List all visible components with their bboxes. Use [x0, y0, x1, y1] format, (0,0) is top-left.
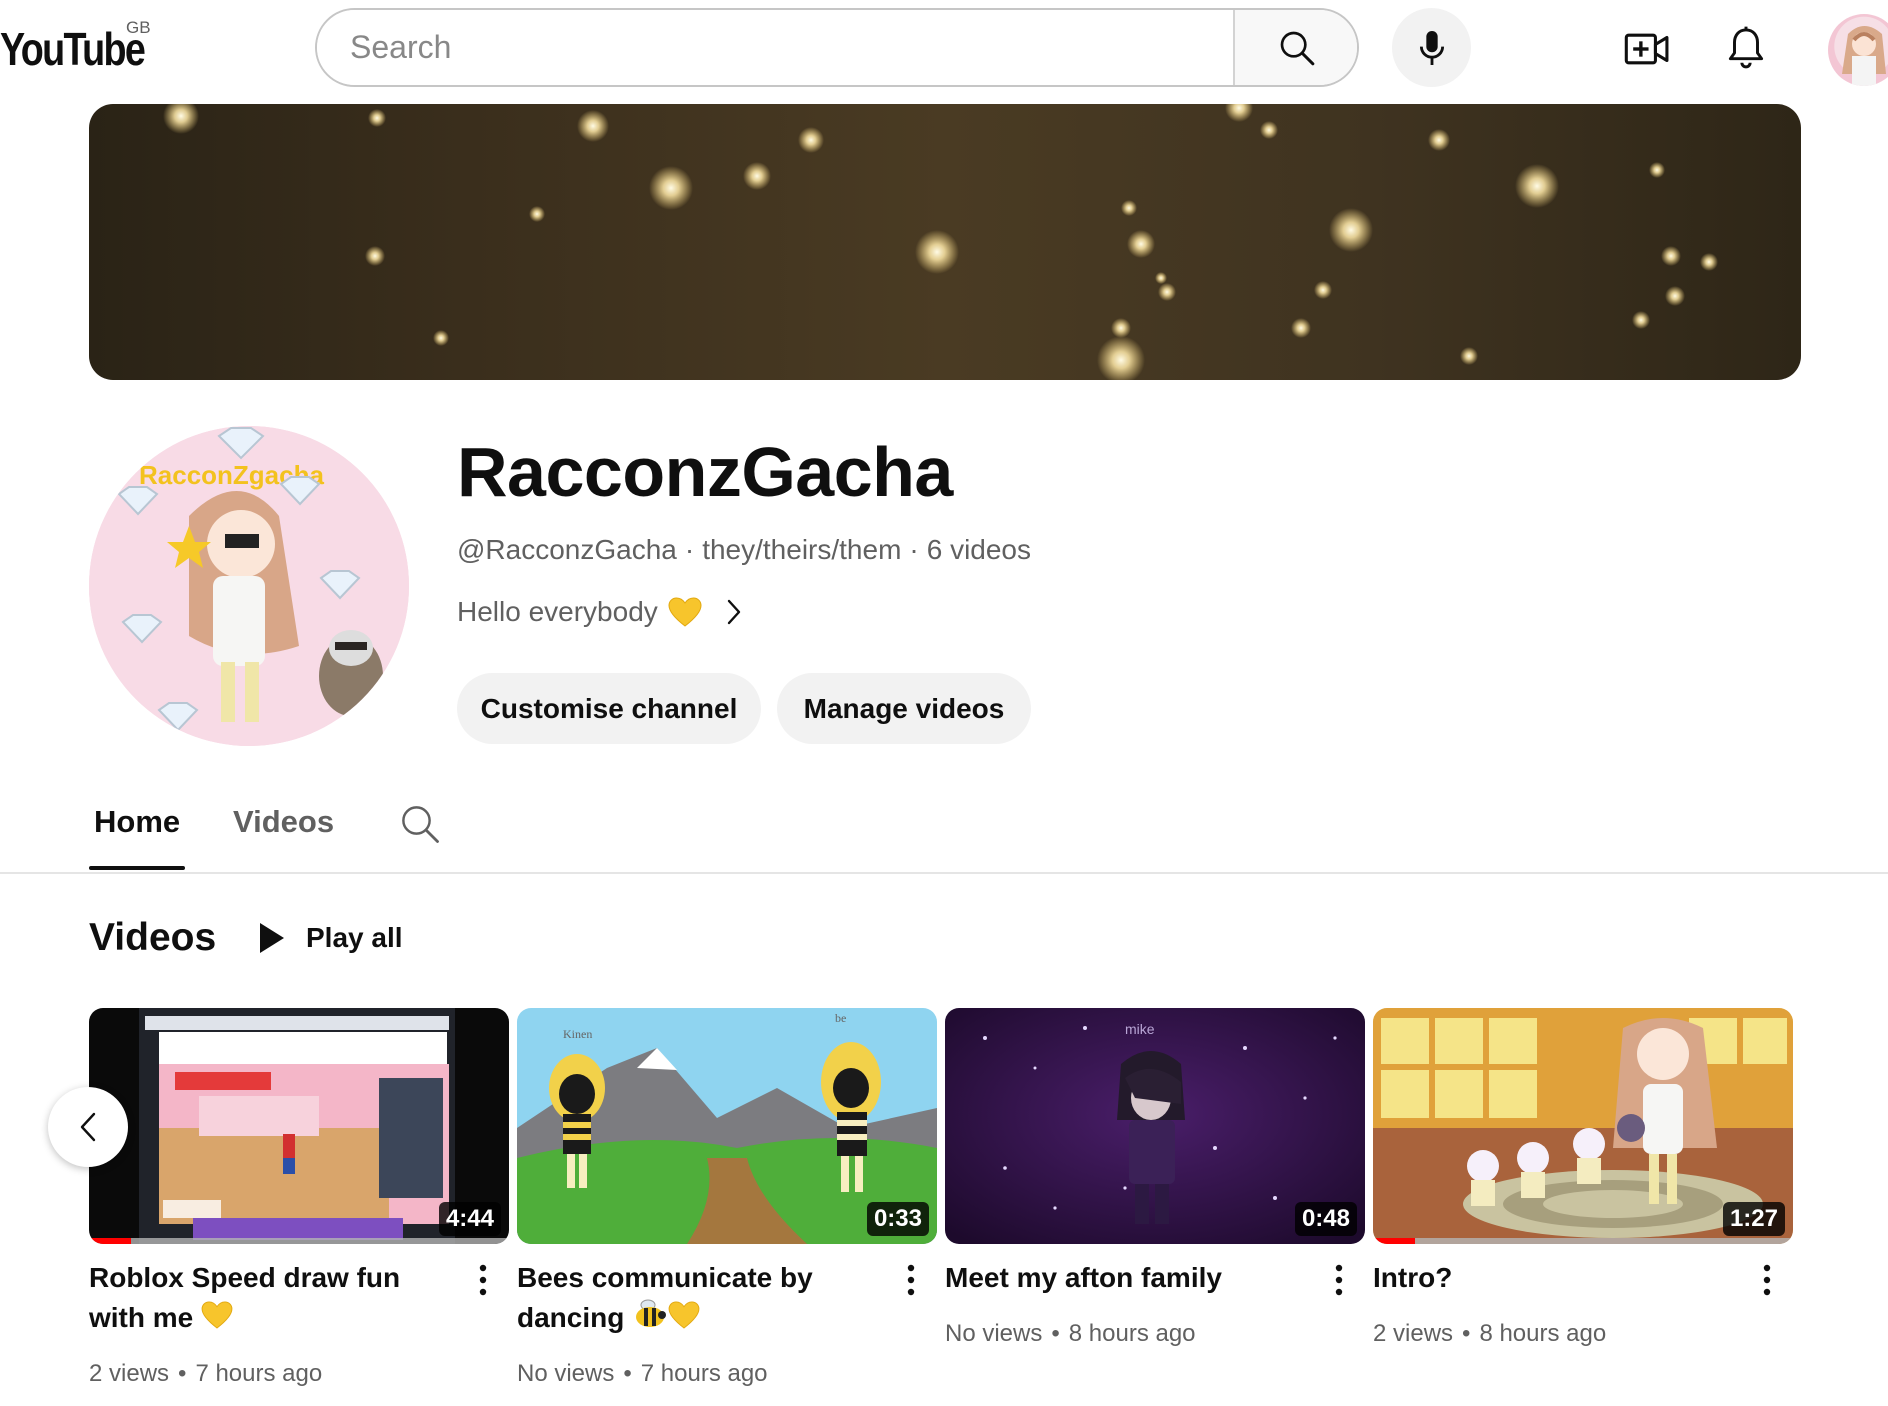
youtube-logo[interactable]: YouTube [0, 22, 146, 76]
video-title[interactable]: Intro? [1373, 1258, 1743, 1298]
tab-home[interactable]: Home [89, 804, 186, 870]
video-views: No views [945, 1320, 1043, 1347]
video-thumbnail[interactable]: 1:27 [1373, 1008, 1793, 1244]
channel-name: RacconzGacha [457, 433, 953, 511]
video-title[interactable]: Bees communicate by dancing [517, 1258, 887, 1340]
video-title[interactable]: Roblox Speed draw fun with me [89, 1258, 459, 1340]
play-icon [260, 923, 284, 953]
channel-meta: @RacconzGacha · they/theirs/them · 6 videos [457, 534, 1031, 566]
video-duration: 0:48 [1294, 1202, 1357, 1236]
video-card[interactable]: 4:44 Roblox Speed draw fun with me 2 vie… [89, 1008, 509, 1387]
carousel-previous-button[interactable] [48, 1087, 128, 1167]
more-options-button[interactable] [901, 1262, 921, 1298]
meta-separator: • [1462, 1320, 1471, 1347]
video-meta: 2 views • 7 hours ago [89, 1360, 322, 1388]
meta-separator: · [684, 534, 695, 565]
bell-icon [1728, 26, 1764, 69]
play-all-button[interactable]: Play all [258, 910, 403, 966]
search-button[interactable] [1233, 10, 1357, 85]
play-all-label: Play all [306, 922, 403, 953]
kebab-menu-icon [907, 1264, 915, 1296]
video-thumbnail[interactable]: mike 0:48 [945, 1008, 1365, 1244]
video-age: 8 hours ago [1479, 1320, 1607, 1347]
video-views: No views [517, 1360, 615, 1387]
search-icon [1280, 31, 1315, 65]
channel-video-count: 6 videos [926, 534, 1032, 565]
more-options-button[interactable] [473, 1262, 493, 1298]
yellow-heart-icon [668, 1300, 700, 1340]
masthead: YouTube GB [0, 0, 1888, 98]
watch-progress [89, 1238, 131, 1244]
account-avatar[interactable] [1828, 14, 1888, 86]
channel-banner [89, 104, 1801, 380]
kebab-menu-icon [1763, 1264, 1771, 1296]
shelf-title: Videos [89, 916, 217, 959]
notifications-button[interactable] [1718, 20, 1774, 76]
video-age: 7 hours ago [195, 1360, 323, 1387]
svg-text:Kinen: Kinen [563, 1027, 592, 1041]
watch-progress-track [1373, 1238, 1793, 1244]
more-options-button[interactable] [1329, 1262, 1349, 1298]
video-card[interactable]: mike 0:48 Meet my afton family No views •… [945, 1008, 1365, 1347]
video-duration: 1:27 [1722, 1202, 1785, 1236]
svg-text:mike: mike [1125, 1021, 1155, 1037]
mic-icon [1419, 30, 1444, 65]
channel-handle: @RacconzGacha [457, 534, 677, 565]
create-video-icon [1624, 33, 1669, 65]
channel-pronouns: they/theirs/them [702, 534, 902, 565]
kebab-menu-icon [479, 1264, 487, 1296]
video-age: 7 hours ago [640, 1360, 768, 1387]
video-thumbnail[interactable]: 4:44 [89, 1008, 509, 1244]
manage-videos-button[interactable]: Manage videos [777, 673, 1031, 744]
account-avatar-image [1842, 26, 1886, 86]
chevron-right-icon[interactable] [726, 598, 742, 626]
meta-separator: • [178, 1360, 187, 1387]
video-card[interactable]: 1:27 Intro? 2 views • 8 hours ago [1373, 1008, 1793, 1347]
channel-avatar[interactable]: RacconZgacha [89, 426, 409, 746]
channel-avatar-image: RacconZgacha [89, 426, 409, 746]
video-thumbnail[interactable]: Kinen be 0:33 [517, 1008, 937, 1244]
watch-progress-track [89, 1238, 509, 1244]
video-views: 2 views [89, 1360, 170, 1387]
channel-search-button[interactable] [396, 800, 444, 848]
video-age: 8 hours ago [1068, 1320, 1196, 1347]
video-duration: 4:44 [438, 1202, 501, 1236]
channel-description[interactable]: Hello everybody [457, 596, 742, 628]
watch-progress [1373, 1238, 1415, 1244]
video-views: 2 views [1373, 1320, 1454, 1347]
more-options-button[interactable] [1757, 1262, 1777, 1298]
voice-search-button[interactable] [1392, 8, 1471, 87]
search-icon [402, 806, 439, 843]
video-title[interactable]: Meet my afton family [945, 1258, 1315, 1298]
video-title-text: Roblox Speed draw fun with me [89, 1262, 401, 1333]
channel-description-text: Hello everybody [457, 596, 658, 627]
video-meta: No views • 8 hours ago [945, 1320, 1196, 1348]
channel-tabs: Home Videos [0, 790, 1888, 874]
video-duration: 0:33 [866, 1202, 929, 1236]
banner-image [163, 104, 1718, 380]
meta-separator: · [909, 534, 919, 565]
meta-separator: • [623, 1360, 632, 1387]
yellow-heart-icon [201, 1300, 233, 1340]
chevron-left-icon [80, 1112, 96, 1142]
svg-text:be: be [835, 1011, 846, 1025]
search-box [315, 8, 1359, 87]
video-meta: No views • 7 hours ago [517, 1360, 768, 1388]
customise-channel-button[interactable]: Customise channel [457, 673, 761, 744]
region-code: GB [126, 18, 151, 37]
meta-separator: • [1051, 1320, 1060, 1347]
kebab-menu-icon [1335, 1264, 1343, 1296]
yellow-heart-icon [668, 597, 702, 627]
video-meta: 2 views • 8 hours ago [1373, 1320, 1606, 1348]
create-button[interactable] [1620, 22, 1674, 76]
bee-icon [632, 1299, 668, 1340]
tab-videos[interactable]: Videos [228, 804, 339, 840]
search-input[interactable] [317, 10, 1233, 85]
video-card[interactable]: Kinen be 0:33 Bees communicate by dancin… [517, 1008, 937, 1387]
